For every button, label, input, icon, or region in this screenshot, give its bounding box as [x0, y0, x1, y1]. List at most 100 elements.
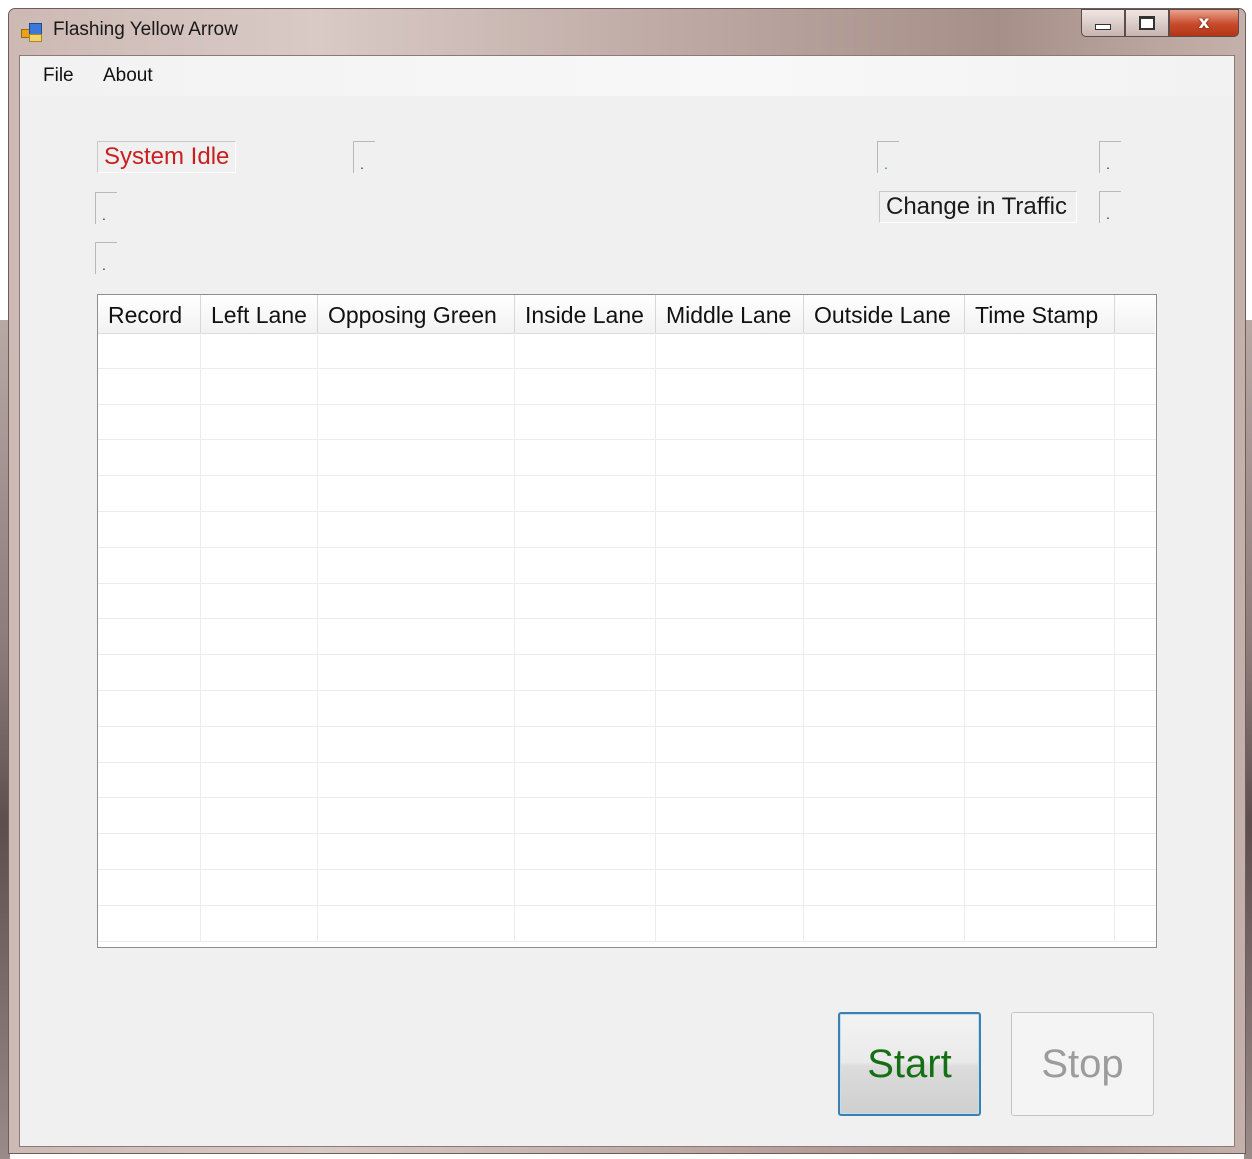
table-cell[interactable]	[201, 368, 318, 404]
table-row[interactable]	[98, 404, 1156, 441]
table-cell[interactable]	[318, 690, 515, 726]
table-cell[interactable]	[1115, 512, 1155, 547]
table-cell[interactable]	[515, 333, 656, 368]
table-cell[interactable]	[201, 547, 318, 583]
close-button[interactable]: x	[1169, 9, 1239, 37]
table-cell[interactable]	[656, 404, 804, 440]
table-cell[interactable]	[515, 476, 656, 511]
table-cell[interactable]	[965, 583, 1115, 619]
table-cell[interactable]	[201, 476, 318, 511]
table-cell[interactable]	[965, 619, 1115, 655]
table-cell[interactable]	[318, 905, 515, 941]
app-icon[interactable]	[21, 23, 42, 42]
table-cell[interactable]	[318, 834, 515, 869]
table-cell[interactable]	[656, 368, 804, 404]
table-cell[interactable]	[318, 655, 515, 690]
table-cell[interactable]	[804, 511, 965, 547]
table-row[interactable]	[98, 511, 1156, 548]
table-cell[interactable]	[515, 869, 656, 905]
minimize-button[interactable]	[1081, 9, 1125, 37]
table-cell[interactable]	[98, 690, 201, 726]
table-cell[interactable]	[804, 547, 965, 583]
table-cell[interactable]	[804, 798, 965, 834]
table-cell[interactable]	[965, 690, 1115, 726]
table-cell[interactable]	[201, 905, 318, 941]
table-cell[interactable]	[515, 905, 656, 941]
table-row[interactable]	[98, 333, 1156, 369]
table-cell[interactable]	[656, 834, 804, 869]
table-cell[interactable]	[98, 655, 201, 690]
table-cell[interactable]	[804, 726, 965, 762]
table-cell[interactable]	[1115, 369, 1155, 404]
table-cell[interactable]	[515, 619, 656, 655]
table-row[interactable]	[98, 655, 1156, 691]
table-cell[interactable]	[515, 726, 656, 762]
table-cell[interactable]	[1115, 727, 1155, 762]
table-cell[interactable]	[1115, 691, 1155, 726]
table-cell[interactable]	[1115, 834, 1155, 869]
table-cell[interactable]	[1115, 405, 1155, 440]
table-cell[interactable]	[656, 655, 804, 690]
table-cell[interactable]	[656, 690, 804, 726]
table-cell[interactable]	[965, 726, 1115, 762]
table-cell[interactable]	[318, 476, 515, 511]
table-cell[interactable]	[656, 476, 804, 511]
table-cell[interactable]	[965, 547, 1115, 583]
table-cell[interactable]	[1115, 906, 1155, 941]
table-cell[interactable]	[656, 798, 804, 834]
table-cell[interactable]	[318, 869, 515, 905]
table-row[interactable]	[98, 440, 1156, 477]
table-cell[interactable]	[515, 547, 656, 583]
table-row[interactable]	[98, 726, 1156, 763]
table-cell[interactable]	[1115, 763, 1155, 798]
column-header-time-stamp[interactable]: Time Stamp	[965, 295, 1115, 333]
table-cell[interactable]	[804, 333, 965, 368]
table-cell[interactable]	[98, 368, 201, 404]
table-cell[interactable]	[1115, 584, 1155, 619]
table-row[interactable]	[98, 762, 1156, 799]
table-cell[interactable]	[318, 583, 515, 619]
table-cell[interactable]	[515, 834, 656, 869]
table-cell[interactable]	[1115, 655, 1155, 690]
column-header-inside-lane[interactable]: Inside Lane	[515, 295, 656, 333]
table-cell[interactable]	[656, 333, 804, 368]
table-cell[interactable]	[656, 440, 804, 476]
table-cell[interactable]	[1115, 440, 1155, 475]
table-cell[interactable]	[201, 333, 318, 368]
table-cell[interactable]	[201, 869, 318, 905]
table-cell[interactable]	[318, 726, 515, 762]
table-cell[interactable]	[965, 333, 1115, 368]
table-cell[interactable]	[965, 834, 1115, 869]
table-row[interactable]	[98, 905, 1156, 942]
table-cell[interactable]	[804, 404, 965, 440]
table-cell[interactable]	[515, 511, 656, 547]
table-cell[interactable]	[98, 726, 201, 762]
table-cell[interactable]	[965, 368, 1115, 404]
table-row[interactable]	[98, 869, 1156, 906]
table-cell[interactable]	[1115, 619, 1155, 654]
table-cell[interactable]	[98, 834, 201, 869]
table-cell[interactable]	[318, 333, 515, 368]
start-button[interactable]: Start	[838, 1012, 981, 1116]
table-cell[interactable]	[201, 762, 318, 798]
table-cell[interactable]	[656, 547, 804, 583]
stop-button[interactable]: Stop	[1011, 1012, 1154, 1116]
column-header-opposing-green[interactable]: Opposing Green	[318, 295, 515, 333]
table-cell[interactable]	[965, 511, 1115, 547]
table-cell[interactable]	[318, 762, 515, 798]
table-cell[interactable]	[515, 583, 656, 619]
table-cell[interactable]	[1115, 798, 1155, 833]
table-cell[interactable]	[98, 476, 201, 511]
table-cell[interactable]	[804, 440, 965, 476]
table-cell[interactable]	[1115, 476, 1155, 511]
table-row[interactable]	[98, 619, 1156, 656]
table-cell[interactable]	[318, 619, 515, 655]
table-cell[interactable]	[804, 905, 965, 941]
table-cell[interactable]	[98, 905, 201, 941]
table-cell[interactable]	[515, 404, 656, 440]
table-cell[interactable]	[656, 511, 804, 547]
table-cell[interactable]	[318, 368, 515, 404]
column-header-left-lane[interactable]: Left Lane	[201, 295, 318, 333]
table-cell[interactable]	[98, 798, 201, 834]
table-cell[interactable]	[804, 834, 965, 869]
